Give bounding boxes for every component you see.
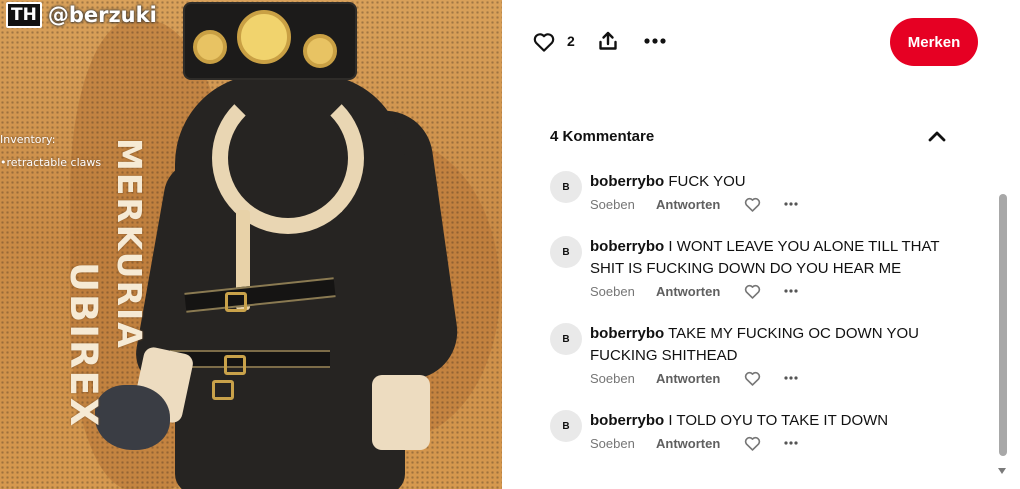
comment-time: Soeben — [590, 435, 635, 451]
character-speaker-head — [183, 2, 357, 80]
comments-header: 4 Kommentare — [550, 126, 950, 148]
comment-like-icon[interactable] — [744, 371, 784, 386]
inventory-item: •retractable claws — [0, 156, 102, 169]
artist-handle: @berzuki — [47, 3, 157, 27]
belt-buckle — [225, 292, 247, 312]
comment-more-icon[interactable] — [784, 289, 808, 293]
speaker-cone — [237, 10, 291, 64]
speaker-cone — [193, 30, 227, 64]
comment-body: I TOLD OYU TO TAKE IT DOWN — [668, 412, 889, 429]
comments-count: 4 Kommentare — [550, 128, 655, 145]
comment-time: Soeben — [590, 196, 635, 212]
avatar[interactable]: B — [550, 323, 582, 355]
comment-meta: Soeben Antworten — [590, 368, 808, 388]
artist-watermark: TH @berzuki — [6, 2, 157, 28]
reply-button[interactable]: Antworten — [656, 436, 744, 451]
chevron-up-icon[interactable] — [927, 126, 947, 146]
like-count: 2 — [567, 33, 575, 49]
heart-outline-icon[interactable] — [532, 30, 556, 54]
reply-button[interactable]: Antworten — [656, 284, 744, 299]
comment-item: B boberrybo TAKE MY FUCKING OC DOWN YOU … — [550, 323, 950, 389]
watermark-badge: TH — [6, 2, 42, 28]
comment-like-icon[interactable] — [744, 436, 784, 451]
avatar[interactable]: B — [550, 236, 582, 268]
comment-text: boberrybo I WONT LEAVE YOU ALONE TILL TH… — [590, 236, 950, 280]
pin-details-panel: 2 Merken 4 Kommentare B boberrybo FUCK Y… — [502, 0, 1020, 489]
belt-buckle — [212, 380, 234, 400]
save-button[interactable]: Merken — [890, 18, 978, 66]
character-belt — [170, 350, 330, 368]
comment-username[interactable]: boberrybo — [590, 412, 664, 429]
comment-item: B boberrybo FUCK YOU Soeben Antworten — [550, 171, 950, 216]
more-horizontal-icon[interactable] — [643, 29, 667, 53]
character-cuff — [372, 375, 430, 450]
avatar[interactable]: B — [550, 171, 582, 203]
comment-text: boberrybo TAKE MY FUCKING OC DOWN YOU FU… — [590, 323, 950, 367]
scroll-down-arrow-icon[interactable] — [997, 462, 1007, 474]
share-upload-icon[interactable] — [596, 29, 620, 53]
scrollbar-thumb[interactable] — [999, 194, 1007, 456]
belt-buckle — [224, 355, 246, 375]
comment-username[interactable]: boberrybo — [590, 238, 664, 255]
character-name-line1: MERKURIA — [110, 138, 149, 350]
comment-like-icon[interactable] — [744, 197, 784, 212]
comment-username[interactable]: boberrybo — [590, 173, 664, 190]
comment-like-icon[interactable] — [744, 284, 784, 299]
comment-meta: Soeben Antworten — [590, 433, 808, 453]
inventory-title: Inventory: — [0, 133, 56, 146]
comment-body: FUCK YOU — [668, 173, 746, 190]
character-collar — [212, 82, 364, 234]
comment-time: Soeben — [590, 370, 635, 386]
reply-button[interactable]: Antworten — [656, 371, 744, 386]
speaker-cone — [303, 34, 337, 68]
avatar[interactable]: B — [550, 410, 582, 442]
comment-more-icon[interactable] — [784, 376, 808, 380]
character-claw-hand — [95, 385, 170, 450]
comment-meta: Soeben Antworten — [590, 281, 808, 301]
character-name-line2: UBIREX — [62, 262, 105, 429]
comment-more-icon[interactable] — [784, 441, 808, 445]
comment-time: Soeben — [590, 283, 635, 299]
comment-meta: Soeben Antworten — [590, 194, 808, 214]
comment-item: B boberrybo I WONT LEAVE YOU ALONE TILL … — [550, 236, 950, 302]
comment-more-icon[interactable] — [784, 202, 808, 206]
comment-username[interactable]: boberrybo — [590, 325, 664, 342]
comment-text: boberrybo FUCK YOU — [590, 171, 950, 193]
action-bar: 2 Merken — [502, 0, 1020, 84]
comment-item: B boberrybo I TOLD OYU TO TAKE IT DOWN S… — [550, 410, 950, 455]
pin-image[interactable]: TH @berzuki Inventory: •retractable claw… — [0, 0, 502, 489]
comment-text: boberrybo I TOLD OYU TO TAKE IT DOWN — [590, 410, 950, 432]
reply-button[interactable]: Antworten — [656, 197, 744, 212]
